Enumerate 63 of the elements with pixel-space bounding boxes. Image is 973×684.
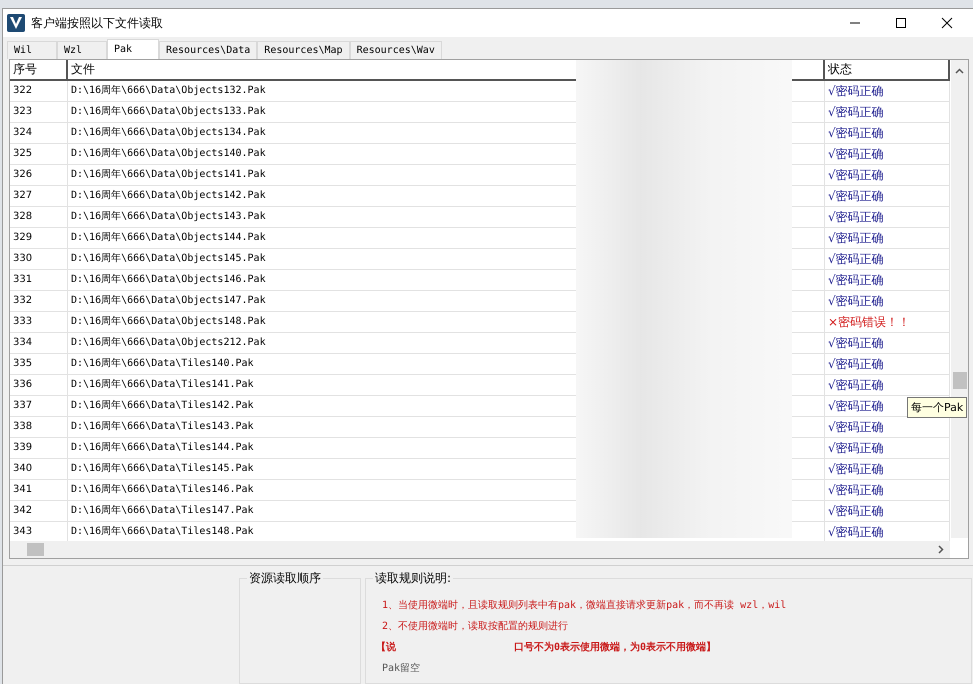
- status-cell: √密码正确: [825, 459, 950, 479]
- table-cell: 327: [10, 186, 68, 206]
- scroll-right-icon[interactable]: [938, 545, 944, 554]
- status-cell: √密码正确: [825, 354, 950, 374]
- status-cell: √密码正确: [825, 501, 950, 521]
- table-cell: 325: [10, 144, 68, 164]
- status-cell: √密码正确: [825, 291, 950, 311]
- tooltip: 每一个Pak: [907, 397, 968, 418]
- status-cell: √密码正确: [825, 144, 950, 164]
- tab[interactable]: Pak: [107, 39, 159, 59]
- scroll-thumb[interactable]: [27, 543, 44, 556]
- app-logo-icon: [7, 14, 25, 32]
- table-cell: 323: [10, 102, 68, 122]
- tab[interactable]: Resources\Map: [257, 41, 350, 59]
- group-title: 资源读取顺序: [247, 570, 323, 587]
- maximize-icon[interactable]: [895, 17, 907, 29]
- status-cell: √密码正确: [825, 480, 950, 500]
- table-cell: 342: [10, 501, 68, 521]
- table-cell: 335: [10, 354, 68, 374]
- status-cell: √密码正确: [825, 270, 950, 290]
- table-cell: 334: [10, 333, 68, 353]
- status-cell: √密码正确: [825, 102, 950, 122]
- status-cell: √密码正确: [825, 165, 950, 185]
- column-header[interactable]: 序号: [10, 60, 68, 79]
- status-cell: √密码正确: [825, 207, 950, 227]
- rule-text: 口号不为0表示使用微端，为0表示不用微端】: [514, 641, 716, 655]
- status-cell: √密码正确: [825, 186, 950, 206]
- status-cell: ×密码错误！！: [825, 312, 950, 332]
- status-cell: √密码正确: [825, 81, 950, 101]
- table-cell: 330: [10, 249, 68, 269]
- group-title: 读取规则说明:: [373, 570, 454, 587]
- table-cell: 322: [10, 81, 68, 101]
- table-cell: 332: [10, 291, 68, 311]
- tab[interactable]: Resources\Data: [159, 41, 258, 59]
- table-cell: 333: [10, 312, 68, 332]
- status-cell: √密码正确: [825, 375, 950, 395]
- status-cell: √密码正确: [825, 228, 950, 248]
- table-cell: 341: [10, 480, 68, 500]
- scroll-up-icon[interactable]: [955, 68, 964, 74]
- table-cell: 324: [10, 123, 68, 143]
- table-cell: 328: [10, 207, 68, 227]
- status-cell: √密码正确: [825, 123, 950, 143]
- table-cell: 331: [10, 270, 68, 290]
- table-cell: 340: [10, 459, 68, 479]
- table-cell: 337: [10, 396, 68, 416]
- status-cell: √密码正确: [825, 333, 950, 353]
- tab[interactable]: Wzl: [57, 41, 107, 59]
- tab[interactable]: Resources\Wav: [350, 41, 442, 59]
- status-cell: √密码正确: [825, 438, 950, 458]
- scroll-thumb[interactable]: [952, 372, 966, 389]
- window-title: 客户端按照以下文件读取: [31, 14, 163, 32]
- rule-text: 2、不使用微端时，读取按配置的规则进行: [382, 620, 570, 634]
- close-icon[interactable]: [941, 17, 953, 29]
- table-cell: 329: [10, 228, 68, 248]
- table-cell: 339: [10, 438, 68, 458]
- table-cell: 338: [10, 417, 68, 437]
- status-cell: √密码正确: [825, 249, 950, 269]
- table-cell: 336: [10, 375, 68, 395]
- rule-text: 【说: [376, 641, 396, 655]
- rule-text: Pak留空: [382, 662, 422, 676]
- table-cell: 326: [10, 165, 68, 185]
- tab[interactable]: Wil: [7, 41, 57, 59]
- rule-text: 1、当使用微端时，且读取规则列表中有pak，微端直接请求更新pak，而不再读 wzl，wil: [382, 599, 788, 613]
